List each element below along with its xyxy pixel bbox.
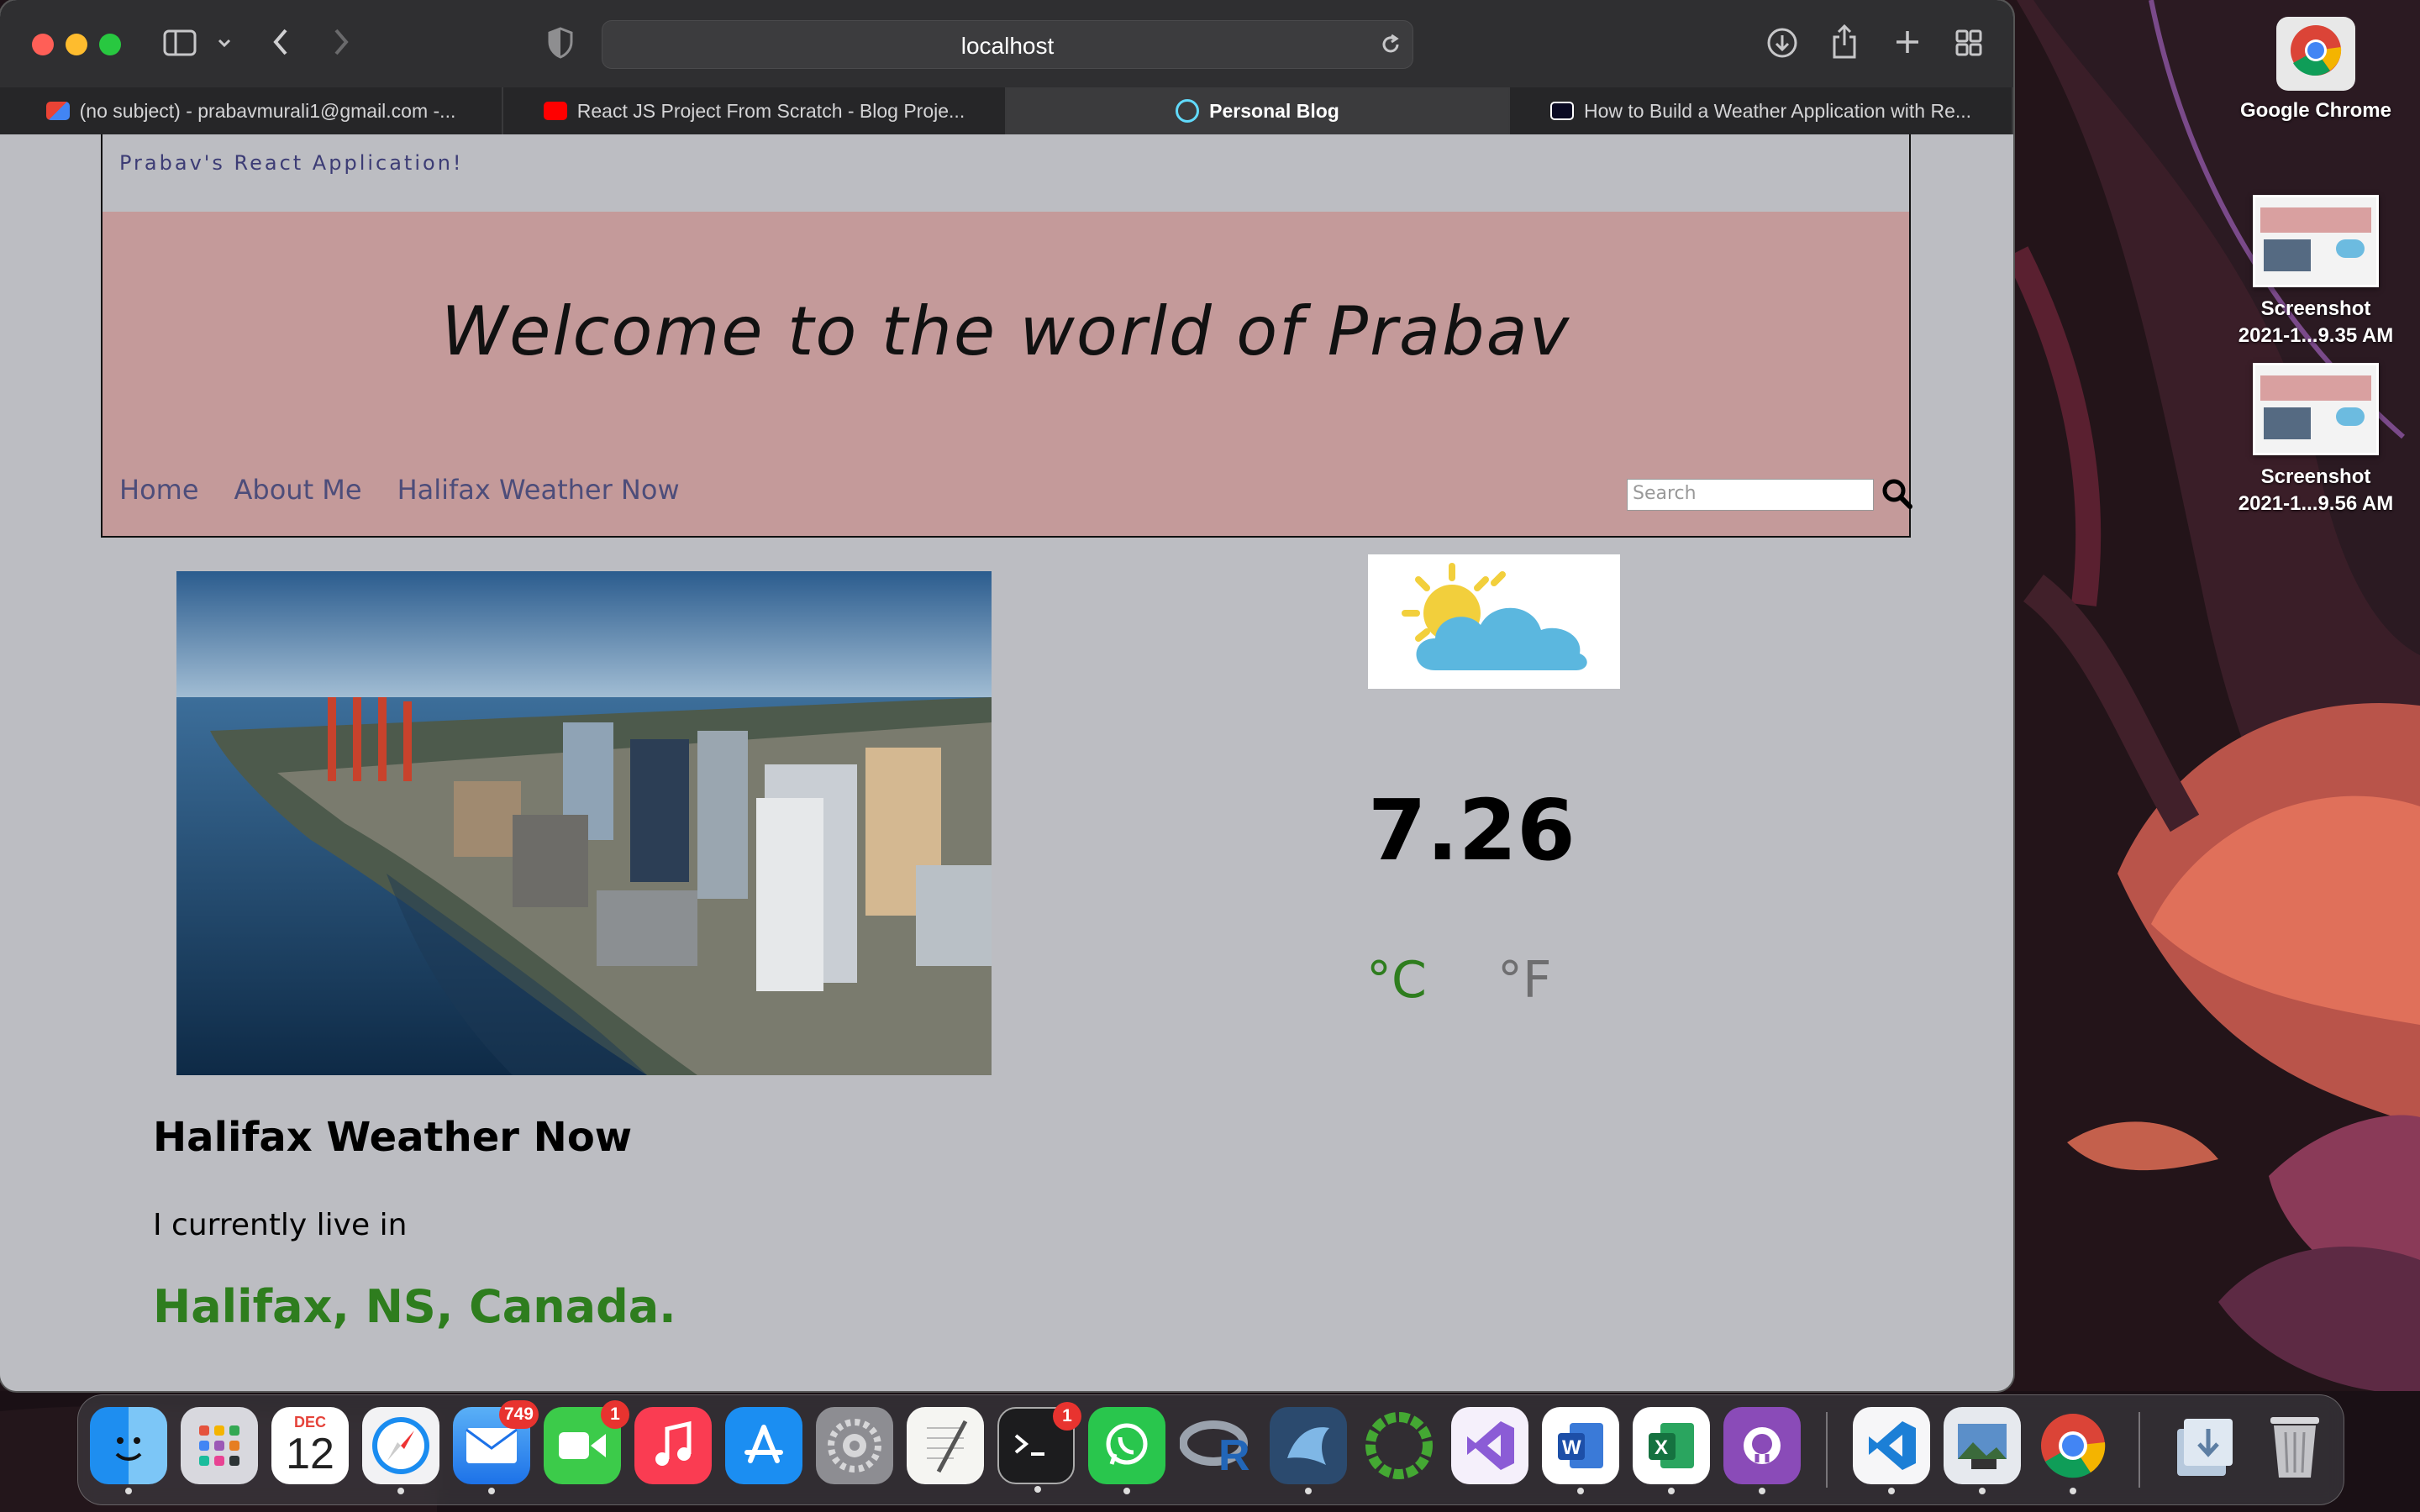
zoom-window-button[interactable]	[99, 34, 121, 55]
tab-title: How to Build a Weather Application with …	[1583, 100, 1972, 122]
site-brand[interactable]: Prabav's React Application!	[119, 151, 464, 175]
search-icon[interactable]	[1881, 477, 1914, 511]
excel-icon[interactable]: X	[1633, 1407, 1710, 1494]
temperature-value: 7.26	[1368, 781, 1576, 879]
freecodecamp-icon	[1549, 101, 1574, 120]
desktop-item-label: Screenshot	[2260, 465, 2371, 488]
anaconda-icon[interactable]	[1360, 1407, 1438, 1484]
sidebar-toggle-icon[interactable]	[163, 29, 197, 57]
tab-personal-blog[interactable]: Personal Blog	[1007, 87, 1510, 134]
hero-banner: Welcome to the world of Prabav Home Abou…	[103, 212, 1912, 536]
youtube-icon	[543, 101, 567, 120]
whatsapp-icon[interactable]	[1088, 1407, 1165, 1494]
weather-heading: Halifax Weather Now	[153, 1114, 633, 1161]
mysql-workbench-icon[interactable]	[1270, 1407, 1347, 1494]
desktop-item-screenshot-2[interactable]: Screenshot 2021-1...9.56 AM	[2223, 363, 2408, 517]
address-bar-url: localhost	[960, 33, 1055, 59]
svg-text:X: X	[1655, 1436, 1668, 1459]
downloads-folder-icon[interactable]	[2165, 1407, 2243, 1484]
main-nav: Home About Me Halifax Weather Now	[119, 474, 680, 506]
launchpad-icon[interactable]	[181, 1407, 258, 1484]
nav-link-halifax-weather[interactable]: Halifax Weather Now	[397, 474, 680, 506]
tab-title: (no subject) - prabavmurali1@gmail.com -…	[79, 100, 456, 122]
chevron-down-icon[interactable]	[217, 35, 232, 50]
halifax-city-photo	[176, 571, 992, 1075]
tab-title: Personal Blog	[1209, 100, 1339, 122]
vscode-icon[interactable]	[1853, 1407, 1930, 1494]
downloads-icon[interactable]	[1766, 27, 1798, 59]
music-icon[interactable]	[634, 1407, 712, 1484]
r-icon[interactable]: R	[1179, 1407, 1256, 1484]
fahrenheit-unit-toggle[interactable]: °F	[1497, 951, 1552, 1010]
calendar-icon[interactable]: DEC 12	[271, 1407, 349, 1484]
reload-icon[interactable]	[1379, 33, 1402, 56]
browser-toolbar: localhost	[0, 0, 2013, 87]
screenshot-thumbnail	[2253, 195, 2379, 287]
chrome-icon	[2276, 17, 2355, 91]
tab-freecodecamp[interactable]: How to Build a Weather Application with …	[1510, 87, 2013, 134]
calendar-month: DEC	[293, 1414, 326, 1431]
dock-separator	[1826, 1412, 1828, 1488]
calendar-day: 12	[286, 1430, 334, 1478]
system-preferences-icon[interactable]	[816, 1407, 893, 1484]
terminal-badge: 1	[1053, 1402, 1081, 1431]
desktop-item-label: Screenshot	[2260, 297, 2371, 320]
hero-title: Welcome to the world of Prabav	[440, 292, 1571, 370]
live-in-text: I currently live in	[153, 1208, 408, 1242]
browser-window: localhost (no subject) - prabavmurali1@g…	[0, 0, 2013, 1391]
mail-icon[interactable]: 749	[453, 1400, 539, 1494]
svg-text:W: W	[1562, 1436, 1581, 1459]
visual-studio-icon[interactable]	[1451, 1407, 1528, 1484]
celsius-unit-toggle[interactable]: °C	[1366, 951, 1427, 1010]
nav-link-about-me[interactable]: About Me	[234, 474, 362, 506]
desktop-item-sublabel: 2021-1...9.35 AM	[2238, 324, 2394, 347]
facetime-icon[interactable]: 1	[544, 1400, 629, 1484]
back-arrow-icon[interactable]	[271, 27, 291, 57]
dock-separator	[2139, 1412, 2140, 1488]
search-input[interactable]: Search	[1627, 479, 1874, 511]
forward-arrow-icon[interactable]	[331, 27, 351, 57]
close-window-button[interactable]	[32, 34, 54, 55]
textedit-icon[interactable]	[907, 1407, 984, 1484]
trash-icon[interactable]	[2256, 1407, 2333, 1484]
terminal-icon[interactable]: 1	[997, 1402, 1081, 1493]
desktop-item-google-chrome[interactable]: Google Chrome	[2223, 15, 2408, 124]
privacy-shield-icon[interactable]	[548, 27, 573, 59]
gmail-icon	[45, 101, 70, 120]
finder-icon[interactable]	[90, 1407, 167, 1494]
tab-youtube[interactable]: React JS Project From Scratch - Blog Pro…	[503, 87, 1007, 134]
app-store-icon[interactable]	[725, 1407, 802, 1484]
react-icon	[1176, 98, 1200, 123]
nav-link-home[interactable]: Home	[119, 474, 199, 506]
address-bar[interactable]: localhost	[602, 20, 1413, 69]
desktop-item-screenshot-1[interactable]: Screenshot 2021-1...9.35 AM	[2223, 195, 2408, 349]
tab-overview-icon[interactable]	[1954, 29, 1983, 57]
desktop-item-label: Google Chrome	[2239, 99, 2391, 122]
facetime-badge: 1	[601, 1400, 629, 1429]
github-desktop-icon[interactable]	[1723, 1407, 1801, 1494]
tab-gmail[interactable]: (no subject) - prabavmurali1@gmail.com -…	[0, 87, 503, 134]
minimize-window-button[interactable]	[66, 34, 87, 55]
web-page: Prabav's React Application! Welcome to t…	[0, 134, 2013, 1391]
dock: DEC 12 749 1 1 R W X	[77, 1394, 2344, 1505]
chrome-icon[interactable]	[2034, 1407, 2112, 1494]
svg-text:R: R	[1218, 1431, 1250, 1475]
location-text: Halifax, NS, Canada.	[153, 1280, 676, 1333]
tab-title: React JS Project From Scratch - Blog Pro…	[576, 100, 965, 122]
mail-badge: 749	[498, 1400, 539, 1429]
screenshot-thumbnail	[2253, 363, 2379, 455]
word-icon[interactable]: W	[1542, 1407, 1619, 1494]
partly-cloudy-icon	[1368, 554, 1620, 689]
site-header: Prabav's React Application! Welcome to t…	[101, 134, 1912, 538]
safari-icon[interactable]	[362, 1407, 439, 1494]
new-tab-plus-icon[interactable]	[1894, 29, 1921, 55]
preview-icon[interactable]	[1944, 1407, 2021, 1494]
desktop-item-sublabel: 2021-1...9.56 AM	[2238, 492, 2394, 515]
share-icon[interactable]	[1830, 24, 1859, 59]
tab-bar: (no subject) - prabavmurali1@gmail.com -…	[0, 87, 2013, 134]
